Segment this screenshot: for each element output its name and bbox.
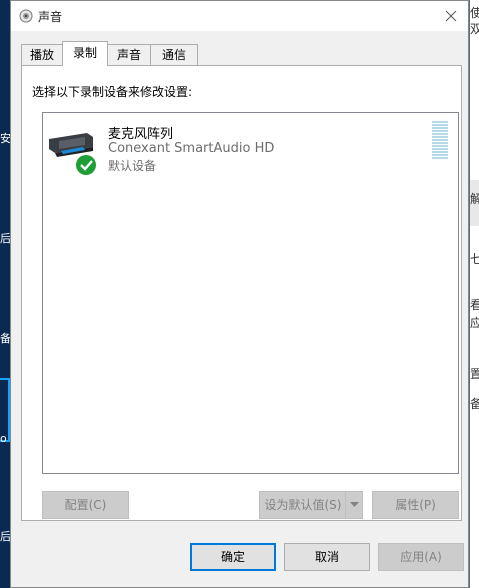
set-default-button[interactable]: 设为默认值(S) [259, 491, 363, 519]
background-right-strip: 使 双 解 七 看 应 置 备 [470, 0, 479, 588]
microphone-device-icon [49, 133, 96, 175]
level-meter [432, 121, 448, 161]
apply-button[interactable]: 应用(A) [378, 543, 464, 571]
default-check-badge [76, 155, 96, 175]
recording-panel: 选择以下录制设备来修改设置: 麦克风阵列 Conexant SmartAudio… [21, 65, 462, 521]
tab-sounds[interactable]: 声音 [107, 44, 151, 65]
device-item-microphone-array[interactable]: 麦克风阵列 Conexant SmartAudio HD 默认设备 [43, 113, 458, 183]
device-status: 默认设备 [108, 159, 157, 173]
chevron-down-icon [349, 502, 359, 507]
speaker-icon [19, 9, 33, 23]
configure-button[interactable]: 配置(C) [42, 491, 129, 519]
close-icon [445, 10, 457, 22]
title-bar: 声音 [11, 1, 468, 31]
tab-communications[interactable]: 通信 [150, 44, 198, 65]
properties-button[interactable]: 属性(P) [372, 491, 459, 519]
window-title: 声音 [38, 10, 63, 24]
device-driver: Conexant SmartAudio HD [108, 141, 275, 156]
instruction-text: 选择以下录制设备来修改设置: [32, 85, 193, 99]
ok-button[interactable]: 确定 [190, 543, 276, 571]
set-default-label: 设为默认值(S) [264, 498, 342, 512]
device-name: 麦克风阵列 [108, 127, 174, 142]
device-list: 麦克风阵列 Conexant SmartAudio HD 默认设备 [42, 112, 459, 474]
cancel-button[interactable]: 取消 [284, 543, 370, 571]
tab-recording[interactable]: 录制 [62, 41, 108, 66]
set-default-dropdown[interactable] [345, 492, 362, 518]
close-button[interactable] [434, 1, 468, 31]
tab-playback[interactable]: 播放 [21, 44, 63, 65]
sound-dialog: 声音 播放 录制 声音 通信 选择以下录制设备来修改设置: 麦克风阵列 Cone… [10, 0, 469, 588]
